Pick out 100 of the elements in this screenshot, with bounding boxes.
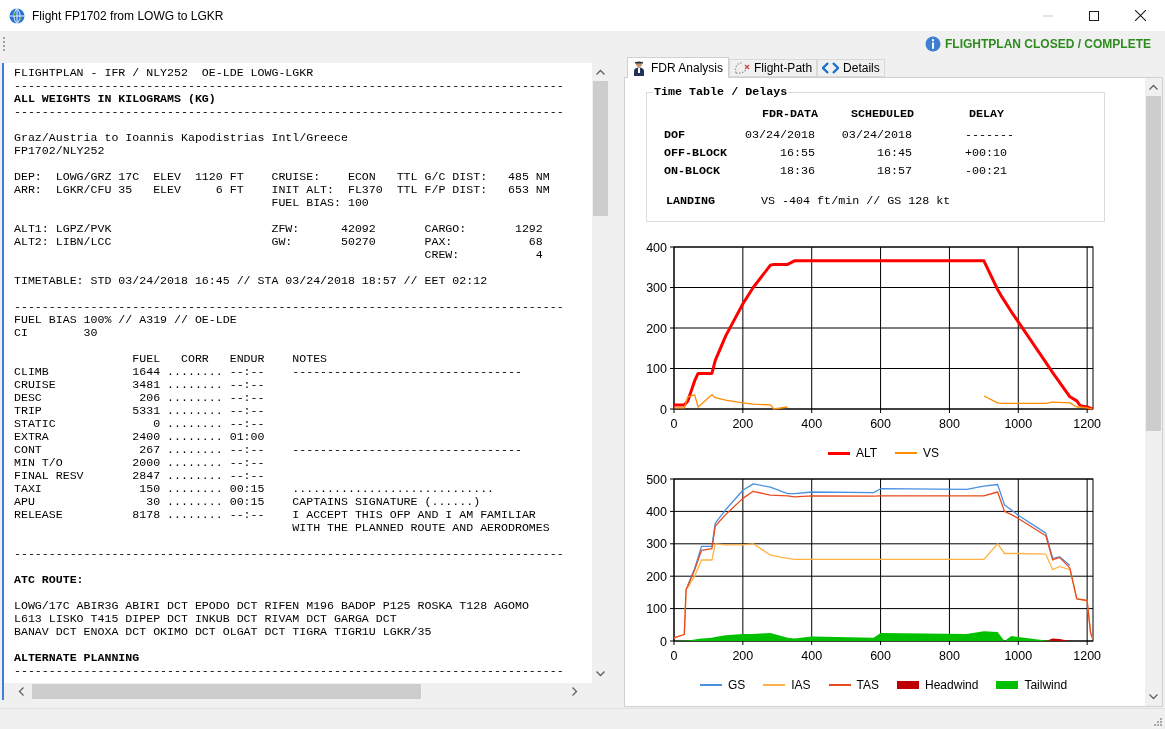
axis-tick-label: 1200	[1073, 417, 1102, 431]
dotted-path-icon	[734, 61, 751, 75]
axis-tick-label: 600	[870, 649, 891, 663]
document-line: FUEL BIAS: 100	[270, 196, 369, 209]
table-cell: +00:10	[965, 146, 1008, 160]
maximize-icon	[1089, 10, 1099, 21]
legend-label: ALT	[855, 445, 878, 462]
tab[interactable]: Flight-Path	[729, 59, 818, 77]
scroll-thumb[interactable]	[32, 684, 421, 699]
column-header: FDR-DATA	[762, 107, 820, 121]
document-line: FUEL CORR ENDUR NOTES	[131, 352, 328, 365]
document-line: CI 30	[14, 326, 98, 339]
document-line: TRIP 5331 ........ --:--	[14, 404, 265, 417]
axis-tick-label: 200	[646, 569, 667, 584]
document-line: APU 30 ........ 00:15 CAPTAINS SIGNATURE (......)	[14, 495, 481, 508]
axis-tick-label: 800	[939, 649, 960, 663]
axis-tick-label: 800	[939, 417, 960, 431]
axis-tick-label: 200	[732, 417, 754, 431]
document-line: -------------------------------------------------------------------------------	[14, 547, 564, 560]
close-icon	[1134, 10, 1146, 21]
tab[interactable]: Details	[817, 59, 885, 77]
axis-tick-label: 100	[646, 362, 667, 376]
group-title: Time Table / Delays	[653, 85, 789, 100]
document-line: MIN T/O 2000 ........ --:--	[14, 456, 265, 469]
scroll-right-icon[interactable]	[572, 687, 578, 696]
scroll-down-icon[interactable]	[596, 671, 605, 677]
legend-label: Headwind	[925, 677, 979, 694]
scroll-left-icon[interactable]	[18, 687, 24, 696]
person-icon	[633, 60, 645, 76]
document-line: CONT 267 ........ --:-- ---------------------------------	[14, 443, 522, 456]
document-line: TAXI 150 ........ 00:15 .............................	[14, 482, 495, 495]
status-text: FLIGHTPLAN CLOSED / COMPLETE	[945, 35, 1151, 53]
document-line: FUEL BIAS 100% // A319 // OE-LDE	[14, 313, 237, 326]
axis-tick-label: 100	[646, 602, 667, 617]
axis-tick-label: 400	[801, 417, 823, 431]
axis-tick-label: 600	[870, 417, 891, 431]
axis-tick-label: 0	[660, 402, 667, 417]
legend-label: TAS	[856, 677, 880, 694]
table-cell-text: 16:45	[875, 146, 912, 160]
legend-label: GS	[727, 677, 746, 694]
section-heading: ATC ROUTE:	[14, 573, 84, 586]
document-line: -------------------------------------------------------------------------------	[14, 79, 564, 92]
horizontal-scrollbar[interactable]	[4, 683, 592, 700]
document-line: ALT1: LGPZ/PVK ZFW: 42092 CARGO: 1292	[14, 222, 543, 235]
row-label: OFF-BLOCK	[664, 146, 729, 160]
document-line: RELEASE 8178 ........ --:-- I ACCEPT THIS OFP AND I AM FAMILIAR	[14, 508, 536, 521]
section-heading: ALL WEIGHTS IN KILOGRAMS (KG)	[14, 92, 216, 105]
axis-tick-label: 400	[646, 504, 667, 519]
document-line: WITH THE PLANNED ROUTE AND AERODROMES	[291, 521, 550, 534]
document-line: FLIGHTPLAN - IFR / NLY252 OE-LDE LOWG-LGKR	[14, 66, 314, 79]
table-cell: -------	[965, 128, 1015, 142]
document-line: CRUISE 3481 ........ --:--	[14, 378, 265, 391]
vertical-scrollbar[interactable]	[1145, 78, 1162, 706]
axis-tick-label: 0	[670, 417, 678, 431]
row-label: LANDING	[666, 194, 717, 208]
row-label: DOF	[664, 128, 687, 142]
axis-tick-label: 200	[646, 321, 667, 336]
document-line: -------------------------------------------------------------------------------	[14, 664, 564, 677]
landing-value: VS -404 ft/min // GS 128 kt	[761, 194, 951, 208]
legend-label: IAS	[791, 677, 811, 694]
scroll-thumb[interactable]	[1146, 96, 1161, 431]
axis-tick-label: 500	[646, 472, 667, 487]
axis-tick-label: 1000	[1004, 649, 1033, 663]
column-header: SCHEDULED	[851, 107, 916, 121]
row-label: ON-BLOCK	[664, 164, 722, 178]
table-cell-text: 16:55	[778, 146, 815, 160]
column-header: DELAY	[969, 107, 1005, 121]
globe-icon	[9, 7, 25, 24]
document-line: EXTRA 2400 ........ 01:00	[14, 430, 265, 443]
document-line: -------------------------------------------------------------------------------	[14, 300, 564, 313]
document-line: DESC 206 ........ --:--	[14, 391, 265, 404]
table-cell-text: 18:36	[778, 164, 815, 178]
grip-icon	[3, 36, 6, 51]
document-line: ARR: LGKR/CFU 35 ELEV 6 FT INIT ALT: FL370 TTL F/P DIST: 653 NM	[14, 183, 550, 196]
axis-tick-label: 1000	[1004, 417, 1033, 431]
document-line: Graz/Austria to Ioannis Kapodistrias Intl/Greece	[14, 131, 348, 144]
document-line: L613 LISKO T415 DIPEP DCT INKUB DCT RIVAM DCT GARGA DCT	[14, 612, 397, 625]
info-icon	[925, 35, 941, 52]
table-cell: 03/24/2018	[745, 128, 815, 142]
tab[interactable]: FDR Analysis	[627, 57, 730, 78]
table-cell-text: 18:57	[875, 164, 912, 178]
document-line: -------------------------------------------------------------------------------	[14, 105, 564, 118]
axis-tick-label: 0	[660, 634, 667, 649]
resize-grip-icon	[1152, 716, 1162, 726]
axis-tick-label: 0	[670, 649, 678, 663]
table-cell-text: 03/24/2018	[840, 128, 912, 142]
scroll-up-icon[interactable]	[596, 69, 605, 75]
document-line: CREW: 4	[423, 248, 543, 261]
table-cell: -00:21	[965, 164, 1008, 178]
legend-label: VS	[923, 445, 940, 462]
section-heading: ALTERNATE PLANNING	[14, 651, 140, 664]
document-line: STATIC 0 ........ --:--	[14, 417, 265, 430]
scroll-up-icon[interactable]	[1149, 84, 1158, 90]
axis-tick-label: 300	[646, 537, 667, 552]
scroll-thumb[interactable]	[593, 81, 608, 216]
document-line: BANAV DCT ENOXA DCT OKIMO DCT OLGAT DCT TIGRA TIGR1U LGKR/35	[14, 625, 432, 638]
document-line: FINAL RESV 2847 ........ --:--	[14, 469, 265, 482]
window-title: Flight FP1702 from LOWG to LGKR	[32, 7, 224, 25]
document-line: CLIMB 1644 ........ --:-- ---------------------------------	[14, 365, 522, 378]
scroll-down-icon[interactable]	[1149, 694, 1158, 700]
